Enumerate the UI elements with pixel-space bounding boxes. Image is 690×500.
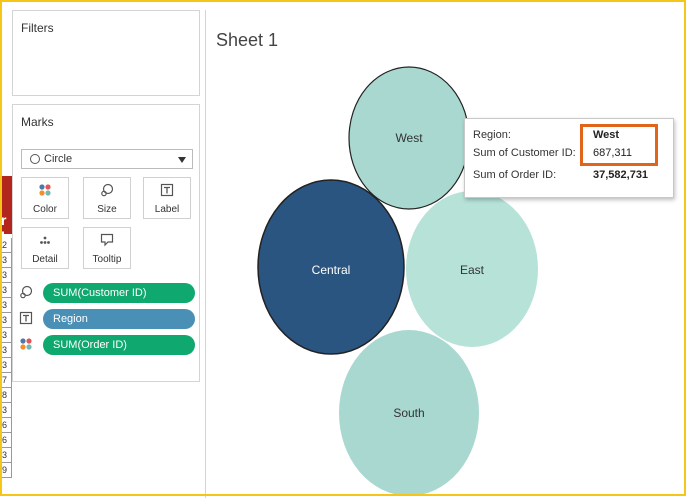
- filters-shelf[interactable]: Filters: [12, 10, 200, 96]
- label-button[interactable]: Label: [143, 177, 191, 219]
- circle-icon: [30, 154, 40, 164]
- mark-type-dropdown[interactable]: Circle: [21, 149, 193, 169]
- background-header-cell: r I: [0, 176, 12, 244]
- background-row: 3: [0, 253, 12, 268]
- mark-type-value: Circle: [44, 153, 73, 165]
- bubble-chart: West Central East South: [257, 66, 538, 496]
- pill-row-order-id: SUM(Order ID): [17, 335, 197, 355]
- background-row: 3: [0, 448, 12, 463]
- background-row: 3: [0, 313, 12, 328]
- background-row: 3: [0, 358, 12, 373]
- left-pane: Filters Marks Circle Color Size Label De…: [12, 10, 202, 498]
- tooltip-region-key: Region:: [473, 129, 511, 141]
- background-row: 3: [0, 403, 12, 418]
- background-row: 6: [0, 418, 12, 433]
- detail-icon: [22, 233, 68, 249]
- bubble-label-west: West: [395, 131, 423, 145]
- tooltip-icon: [84, 233, 130, 249]
- label-icon: [19, 311, 33, 325]
- size-button-label: Size: [97, 204, 117, 215]
- label-icon: [144, 183, 190, 199]
- size-icon: [84, 183, 130, 199]
- detail-button-label: Detail: [32, 254, 58, 265]
- highlight-annotation-box: [580, 124, 658, 166]
- background-spreadsheet: r I 2333333337836639: [0, 176, 12, 500]
- tooltip-button[interactable]: Tooltip: [83, 227, 131, 269]
- background-row: 6: [0, 433, 12, 448]
- background-rows: 2333333337836639: [0, 238, 12, 478]
- background-row: 3: [0, 343, 12, 358]
- bubble-label-central: Central: [312, 263, 351, 277]
- color-button[interactable]: Color: [21, 177, 69, 219]
- pill-row-region: Region: [17, 309, 197, 329]
- background-row: 8: [0, 388, 12, 403]
- tooltip-order-id-value: 37,582,731: [593, 169, 649, 181]
- marks-title: Marks: [21, 115, 54, 129]
- color-dots-icon: [22, 183, 68, 199]
- background-row: 7: [0, 373, 12, 388]
- filters-title: Filters: [21, 21, 54, 35]
- color-button-label: Color: [33, 204, 57, 215]
- background-row: 2: [0, 238, 12, 253]
- pill-sum-order-id[interactable]: SUM(Order ID): [43, 335, 195, 355]
- background-row: 9: [0, 463, 12, 478]
- detail-button[interactable]: Detail: [21, 227, 69, 269]
- sheet-canvas: Sheet 1 West Central East South: [205, 10, 686, 498]
- pill-row-customer-id: SUM(Customer ID): [17, 283, 197, 303]
- label-button-label: Label: [154, 204, 180, 215]
- pill-sum-customer-id[interactable]: SUM(Customer ID): [43, 283, 195, 303]
- bubble-label-east: East: [460, 263, 485, 277]
- color-dots-icon: [19, 337, 33, 351]
- background-row: 3: [0, 283, 12, 298]
- pill-region[interactable]: Region: [43, 309, 195, 329]
- background-row: 3: [0, 268, 12, 283]
- bubble-label-south: South: [393, 406, 424, 420]
- background-row: 3: [0, 328, 12, 343]
- chevron-down-icon: [178, 157, 186, 163]
- size-button[interactable]: Size: [83, 177, 131, 219]
- tooltip-button-label: Tooltip: [92, 254, 122, 265]
- marks-card: Marks Circle Color Size Label Detail Too…: [12, 104, 200, 382]
- tooltip-order-id-key: Sum of Order ID:: [473, 169, 557, 181]
- background-row: 3: [0, 298, 12, 313]
- size-icon: [19, 285, 33, 299]
- tooltip-customer-id-key: Sum of Customer ID:: [473, 147, 576, 159]
